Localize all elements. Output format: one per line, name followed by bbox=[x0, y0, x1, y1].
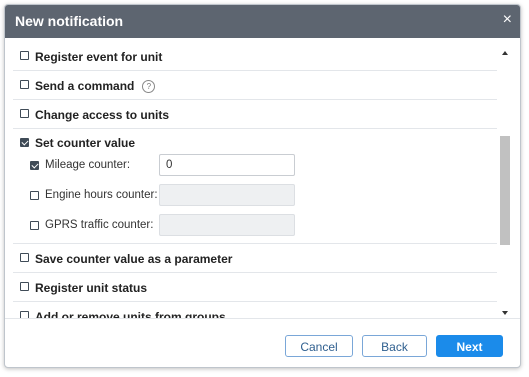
action-register-event[interactable]: Register event for unit bbox=[13, 42, 497, 71]
engine-hours-counter-input bbox=[159, 184, 295, 206]
change-access-label: Change access to units bbox=[35, 108, 170, 122]
close-icon[interactable]: × bbox=[503, 11, 512, 29]
save-counter-parameter-label: Save counter value as a parameter bbox=[35, 252, 233, 266]
mileage-counter-row: Mileage counter: bbox=[13, 154, 497, 178]
register-unit-status-checkbox[interactable] bbox=[20, 282, 29, 291]
dialog-header: New notification × bbox=[5, 5, 520, 38]
engine-hours-counter-label: Engine hours counter: bbox=[45, 189, 158, 201]
add-remove-groups-label: Add or remove units from groups bbox=[35, 310, 226, 318]
send-command-label: Send a command bbox=[35, 79, 135, 93]
engine-hours-counter-checkbox[interactable] bbox=[30, 191, 39, 200]
gprs-traffic-counter-row: GPRS traffic counter: bbox=[13, 214, 497, 238]
back-button[interactable]: Back bbox=[362, 335, 427, 357]
action-save-counter-parameter[interactable]: Save counter value as a parameter bbox=[13, 244, 497, 273]
new-notification-dialog: New notification × Register event for un… bbox=[4, 4, 521, 368]
register-unit-status-label: Register unit status bbox=[35, 281, 148, 295]
action-register-unit-status[interactable]: Register unit status bbox=[13, 273, 497, 302]
scrollbar-track[interactable] bbox=[500, 60, 510, 304]
engine-hours-counter-row: Engine hours counter: bbox=[13, 184, 497, 208]
next-button[interactable]: Next bbox=[436, 335, 503, 357]
save-counter-parameter-checkbox[interactable] bbox=[20, 253, 29, 262]
gprs-traffic-counter-checkbox[interactable] bbox=[30, 221, 39, 230]
help-icon[interactable]: ? bbox=[142, 80, 156, 93]
register-event-checkbox[interactable] bbox=[20, 51, 29, 60]
gprs-traffic-counter-input bbox=[159, 214, 295, 236]
cancel-button[interactable]: Cancel bbox=[285, 335, 353, 357]
actions-list-viewport[interactable]: Register event for unit Send a command? … bbox=[13, 42, 512, 318]
change-access-checkbox[interactable] bbox=[20, 109, 29, 118]
action-send-command[interactable]: Send a command? bbox=[13, 71, 497, 100]
scroll-down-arrow-icon[interactable] bbox=[502, 311, 508, 315]
dialog-title: New notification bbox=[15, 13, 124, 29]
mileage-counter-checkbox[interactable] bbox=[30, 161, 39, 170]
scrollbar-thumb[interactable] bbox=[500, 136, 510, 245]
mileage-counter-label: Mileage counter: bbox=[45, 159, 131, 171]
set-counter-header[interactable]: Set counter value bbox=[13, 129, 497, 153]
list-scrollbar[interactable] bbox=[500, 42, 512, 318]
actions-list: Register event for unit Send a command? … bbox=[13, 42, 497, 318]
action-add-remove-groups[interactable]: Add or remove units from groups bbox=[13, 302, 497, 318]
action-set-counter-value: Set counter value Mileage counter: Engin… bbox=[13, 129, 497, 244]
mileage-counter-input[interactable] bbox=[159, 154, 295, 176]
set-counter-label: Set counter value bbox=[35, 136, 136, 150]
gprs-traffic-counter-label: GPRS traffic counter: bbox=[45, 219, 154, 231]
register-event-label: Register event for unit bbox=[35, 50, 163, 64]
add-remove-groups-checkbox[interactable] bbox=[20, 311, 29, 318]
scroll-up-arrow-icon[interactable] bbox=[502, 51, 508, 55]
send-command-checkbox[interactable] bbox=[20, 80, 29, 89]
action-change-access[interactable]: Change access to units bbox=[13, 100, 497, 129]
set-counter-checkbox[interactable] bbox=[20, 138, 29, 147]
dialog-footer: Cancel Back Next bbox=[5, 318, 520, 367]
